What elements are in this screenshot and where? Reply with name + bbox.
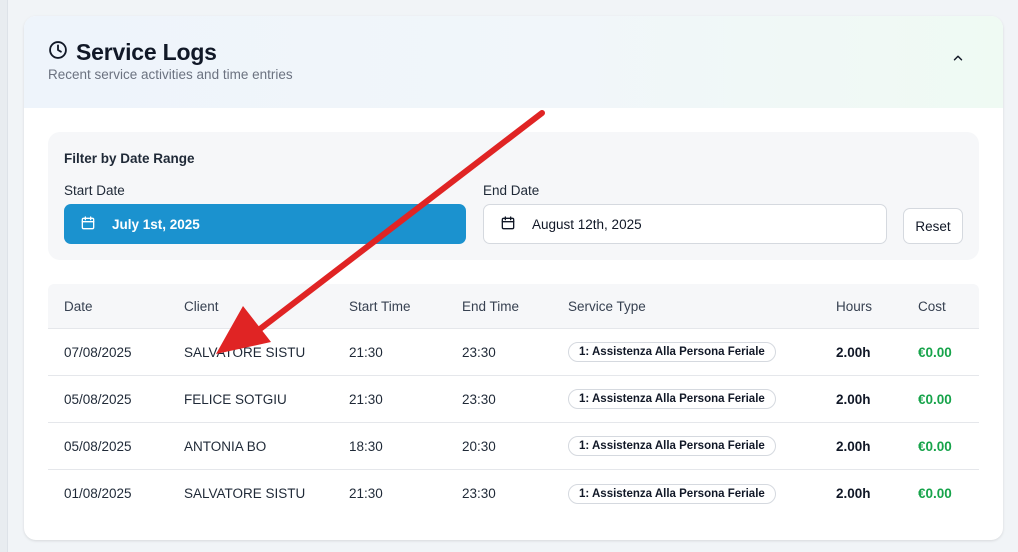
start-date-picker[interactable]: July 1st, 2025	[64, 204, 466, 244]
cost-cell: €0.00	[918, 344, 952, 360]
client-cell: ANTONIA BO	[184, 438, 267, 454]
reset-button[interactable]: Reset	[903, 208, 963, 244]
hours-cell: 2.00h	[836, 344, 871, 360]
end-time-cell: 23:30	[462, 391, 496, 407]
column-header-service-type[interactable]: Service Type	[568, 284, 646, 328]
service-type-badge: 1: Assistenza Alla Persona Feriale	[568, 483, 776, 504]
client-cell: FELICE SOTGIU	[184, 391, 287, 407]
card-header: Service Logs Recent service activities a…	[24, 16, 1003, 108]
end-time-cell: 20:30	[462, 438, 496, 454]
service-type-cell: 1: Assistenza Alla Persona Feriale	[568, 376, 776, 422]
column-header-start-time[interactable]: Start Time	[349, 284, 411, 328]
date-cell: 05/08/2025	[64, 438, 132, 454]
date-filter-panel: Filter by Date Range Start Date End Date…	[48, 132, 979, 260]
title-row: Service Logs	[48, 39, 217, 66]
page-subtitle: Recent service activities and time entri…	[48, 67, 293, 82]
service-type-badge: 1: Assistenza Alla Persona Feriale	[568, 342, 776, 362]
cost-cell: €0.00	[918, 486, 952, 501]
start-time-cell: 18:30	[349, 438, 383, 454]
cost-cell: €0.00	[918, 391, 952, 407]
table-row[interactable]: 07/08/2025 SALVATORE SISTU 21:30 23:30 1…	[48, 329, 979, 376]
service-type-cell: 1: Assistenza Alla Persona Feriale	[568, 423, 776, 469]
calendar-icon	[80, 215, 112, 234]
client-cell: SALVATORE SISTU	[184, 486, 306, 501]
column-header-date[interactable]: Date	[64, 284, 93, 328]
table-row[interactable]: 01/08/2025 SALVATORE SISTU 21:30 23:30 1…	[48, 470, 979, 517]
calendar-icon	[500, 215, 532, 234]
start-date-value: July 1st, 2025	[112, 216, 200, 232]
page-title: Service Logs	[76, 39, 217, 65]
table-header: Date Client Start Time End Time Service …	[48, 284, 979, 329]
table-row[interactable]: 05/08/2025 ANTONIA BO 18:30 20:30 1: Ass…	[48, 423, 979, 470]
end-date-label: End Date	[483, 183, 540, 198]
column-header-hours[interactable]: Hours	[836, 284, 872, 328]
start-date-label: Start Date	[64, 183, 125, 198]
service-logs-card: Service Logs Recent service activities a…	[24, 16, 1003, 540]
filter-title: Filter by Date Range	[64, 151, 195, 166]
column-header-end-time[interactable]: End Time	[462, 284, 519, 328]
cost-cell: €0.00	[918, 438, 952, 454]
column-header-client[interactable]: Client	[184, 284, 219, 328]
service-type-cell: 1: Assistenza Alla Persona Feriale	[568, 329, 776, 375]
clock-icon	[48, 40, 68, 65]
table-row[interactable]: 05/08/2025 FELICE SOTGIU 21:30 23:30 1: …	[48, 376, 979, 423]
start-time-cell: 21:30	[349, 344, 383, 360]
page-edge	[0, 0, 8, 552]
service-type-cell: 1: Assistenza Alla Persona Feriale	[568, 470, 776, 517]
client-cell: SALVATORE SISTU	[184, 344, 306, 360]
chevron-up-icon	[951, 51, 965, 70]
start-time-cell: 21:30	[349, 391, 383, 407]
date-cell: 01/08/2025	[64, 486, 132, 501]
column-header-cost[interactable]: Cost	[918, 284, 946, 328]
end-time-cell: 23:30	[462, 344, 496, 360]
collapse-button[interactable]	[944, 46, 972, 74]
hours-cell: 2.00h	[836, 391, 871, 407]
service-type-badge: 1: Assistenza Alla Persona Feriale	[568, 436, 776, 456]
end-time-cell: 23:30	[462, 486, 496, 501]
end-date-value: August 12th, 2025	[532, 216, 642, 232]
hours-cell: 2.00h	[836, 486, 871, 501]
hours-cell: 2.00h	[836, 438, 871, 454]
end-date-picker[interactable]: August 12th, 2025	[483, 204, 887, 244]
date-cell: 05/08/2025	[64, 391, 132, 407]
service-logs-table: Date Client Start Time End Time Service …	[48, 284, 979, 517]
service-type-badge: 1: Assistenza Alla Persona Feriale	[568, 389, 776, 409]
date-cell: 07/08/2025	[64, 344, 132, 360]
start-time-cell: 21:30	[349, 486, 383, 501]
